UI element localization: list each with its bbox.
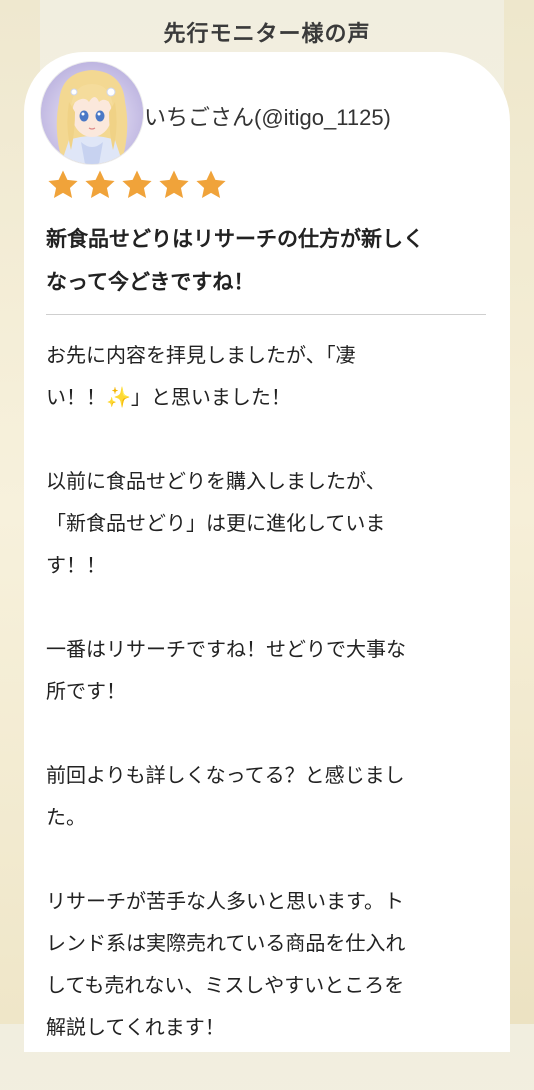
review-paragraph: 以前に食品せどりを購入しましたが、 「新食品せどり」は更に進化していま す！！ [46,469,386,577]
star-rating [46,168,228,202]
review-body: お先に内容を拝見しましたが、「凄 い！！✨」と思いました！ 以前に食品せどりを購… [46,334,486,1090]
star-icon [122,170,152,199]
star-icon [48,170,78,199]
star-icon [85,170,115,199]
anime-girl-avatar-icon [41,62,143,164]
review-headline: 新食品せどりはリサーチの仕方が新しく なって今どきですね！ [46,227,424,294]
divider [46,314,486,315]
review-paragraph: リサーチが苦手な人多いと思います。ト レンド系は実際売れている商品を仕入れ して… [46,889,406,1039]
review-paragraph: 一番はリサーチですね！せどりで大事な 所です！ [46,637,406,703]
avatar [41,62,143,164]
star-icon [159,170,189,199]
review-paragraph: 前回よりも詳しくなってる？と感じまし た。 [46,763,405,829]
section-title: 先行モニター様の声 [163,21,371,47]
reviewer-name: いちごさん(@itigo_1125) [144,105,391,130]
star-icon [196,170,226,199]
review-paragraph: お先に内容を拝見しましたが、「凄 い！！✨」と思いました！ [46,343,356,409]
